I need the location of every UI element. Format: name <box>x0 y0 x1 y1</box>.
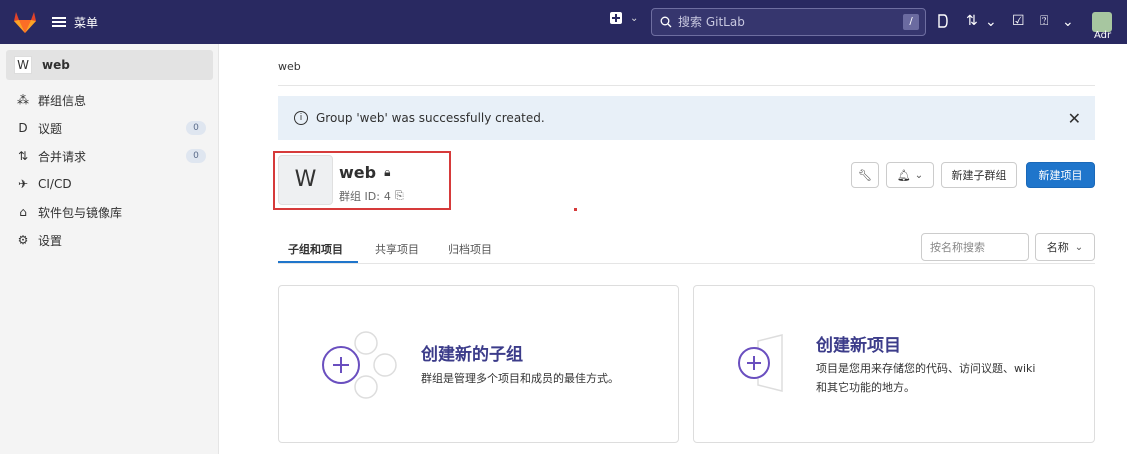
search-input[interactable] <box>678 15 898 29</box>
sidebar-item-label: 议题 <box>38 121 63 136</box>
chevron-down-icon: ⌄ <box>630 12 639 24</box>
user-avatar[interactable] <box>1092 12 1112 32</box>
alert-message: Group 'web' was successfully created. <box>316 111 545 125</box>
breadcrumb[interactable]: web <box>278 60 301 73</box>
chevron-down-icon: ⌄ <box>1062 14 1074 30</box>
sidebar-group-name: web <box>42 58 70 72</box>
create-project-card[interactable]: 创建新项目 项目是您用来存储您的代码、访问议题、wiki 和其它功能的地方。 <box>693 285 1095 443</box>
package-icon: ⌂ <box>19 205 27 219</box>
plus-square-icon <box>610 12 622 24</box>
new-dropdown-button[interactable]: ⌄ <box>610 12 638 24</box>
merge-request-icon[interactable]: ⇅ <box>966 13 978 29</box>
search-icon <box>660 16 672 28</box>
card-title: 创建新项目 <box>816 336 901 356</box>
top-navbar: 菜单 ⌄ / ⇅ ⌄ ☑ ⍰ ⌄ Adr <box>0 0 1127 44</box>
gitlab-logo-icon[interactable] <box>12 9 38 35</box>
annotation-dot <box>574 208 577 211</box>
issues-count-badge: 0 <box>186 121 206 135</box>
search-shortcut-key: / <box>903 14 919 30</box>
merge-requests-count-badge: 0 <box>186 149 206 163</box>
menu-label: 菜单 <box>74 15 99 30</box>
wrench-icon: 🔧︎ <box>858 168 872 182</box>
notification-dropdown-button[interactable]: 🔔︎ ⌄ <box>886 162 934 188</box>
card-description-line-1: 项目是您用来存储您的代码、访问议题、wiki <box>816 362 1036 375</box>
new-project-button[interactable]: 新建项目 <box>1026 162 1095 188</box>
sidebar-item-merge-requests[interactable]: ⇅ 合并请求 0 <box>16 146 206 166</box>
sidebar-item-label: 合并请求 <box>38 149 87 164</box>
sidebar-item-settings[interactable]: ⚙ 设置 <box>16 230 206 250</box>
rocket-icon: ✈ <box>17 177 29 191</box>
new-subgroup-button[interactable]: 新建子群组 <box>941 162 1017 188</box>
tab-subgroups-projects[interactable]: 子组和项目 <box>288 241 343 257</box>
sidebar-item-packages[interactable]: ⌂ 软件包与镜像库 <box>16 202 206 222</box>
sidebar-item-label: 设置 <box>38 233 63 248</box>
hamburger-icon <box>52 17 66 27</box>
sort-label: 名称 <box>1046 241 1069 254</box>
bell-icon: 🔔︎ <box>896 168 911 182</box>
menu-button[interactable]: 菜单 <box>52 10 98 34</box>
help-icon[interactable]: ⍰ <box>1040 13 1048 29</box>
issues-icon[interactable] <box>937 13 949 29</box>
user-name: Adr <box>1094 30 1112 41</box>
create-subgroup-card[interactable]: 创建新的子组 群组是管理多个项目和成员的最佳方式。 <box>278 285 679 443</box>
sidebar-item-issues[interactable]: D 议题 0 <box>16 118 206 138</box>
sidebar-group-header[interactable]: W web <box>6 50 213 80</box>
sidebar-item-label: 群组信息 <box>38 93 87 108</box>
gear-icon: ⚙ <box>17 233 29 247</box>
chevron-down-icon: ⌄ <box>985 14 997 30</box>
subgroup-illustration-icon <box>322 331 397 399</box>
todo-checkbox-icon[interactable]: ☑ <box>1012 13 1025 29</box>
success-alert: i Group 'web' was successfully created. … <box>278 96 1095 140</box>
close-icon[interactable]: ✕ <box>1068 109 1081 128</box>
merge-request-icon: ⇅ <box>17 149 29 163</box>
settings-button[interactable]: 🔧︎ <box>851 162 879 188</box>
tab-archived-projects[interactable]: 归档项目 <box>448 241 492 257</box>
card-title: 创建新的子组 <box>421 345 523 365</box>
chevron-down-icon: ⌄ <box>1074 241 1084 253</box>
search-bar[interactable]: / <box>651 8 926 36</box>
project-illustration-icon <box>738 334 783 392</box>
divider <box>278 263 1095 264</box>
sidebar-item-label: CI/CD <box>38 177 72 191</box>
info-icon: i <box>294 111 308 125</box>
sidebar-item-cicd[interactable]: ✈ CI/CD <box>16 174 206 194</box>
filter-by-name-input[interactable] <box>921 233 1029 261</box>
sidebar: W web ⁂ 群组信息 D 议题 0 ⇅ 合并请求 0 ✈ CI/CD ⌂ 软… <box>0 44 219 454</box>
highlight-box <box>273 151 451 210</box>
group-info-icon: ⁂ <box>17 93 29 107</box>
sidebar-item-group-info[interactable]: ⁂ 群组信息 <box>16 90 206 110</box>
tab-shared-projects[interactable]: 共享项目 <box>375 241 419 257</box>
sidebar-item-label: 软件包与镜像库 <box>38 205 123 220</box>
divider <box>278 85 1095 86</box>
sort-dropdown[interactable]: 名称 ⌄ <box>1035 233 1095 261</box>
card-description-line-2: 和其它功能的地方。 <box>816 381 915 394</box>
chevron-down-icon: ⌄ <box>914 169 924 181</box>
group-avatar: W <box>14 56 32 74</box>
issues-icon: D <box>18 121 28 135</box>
card-description: 群组是管理多个项目和成员的最佳方式。 <box>421 372 619 385</box>
